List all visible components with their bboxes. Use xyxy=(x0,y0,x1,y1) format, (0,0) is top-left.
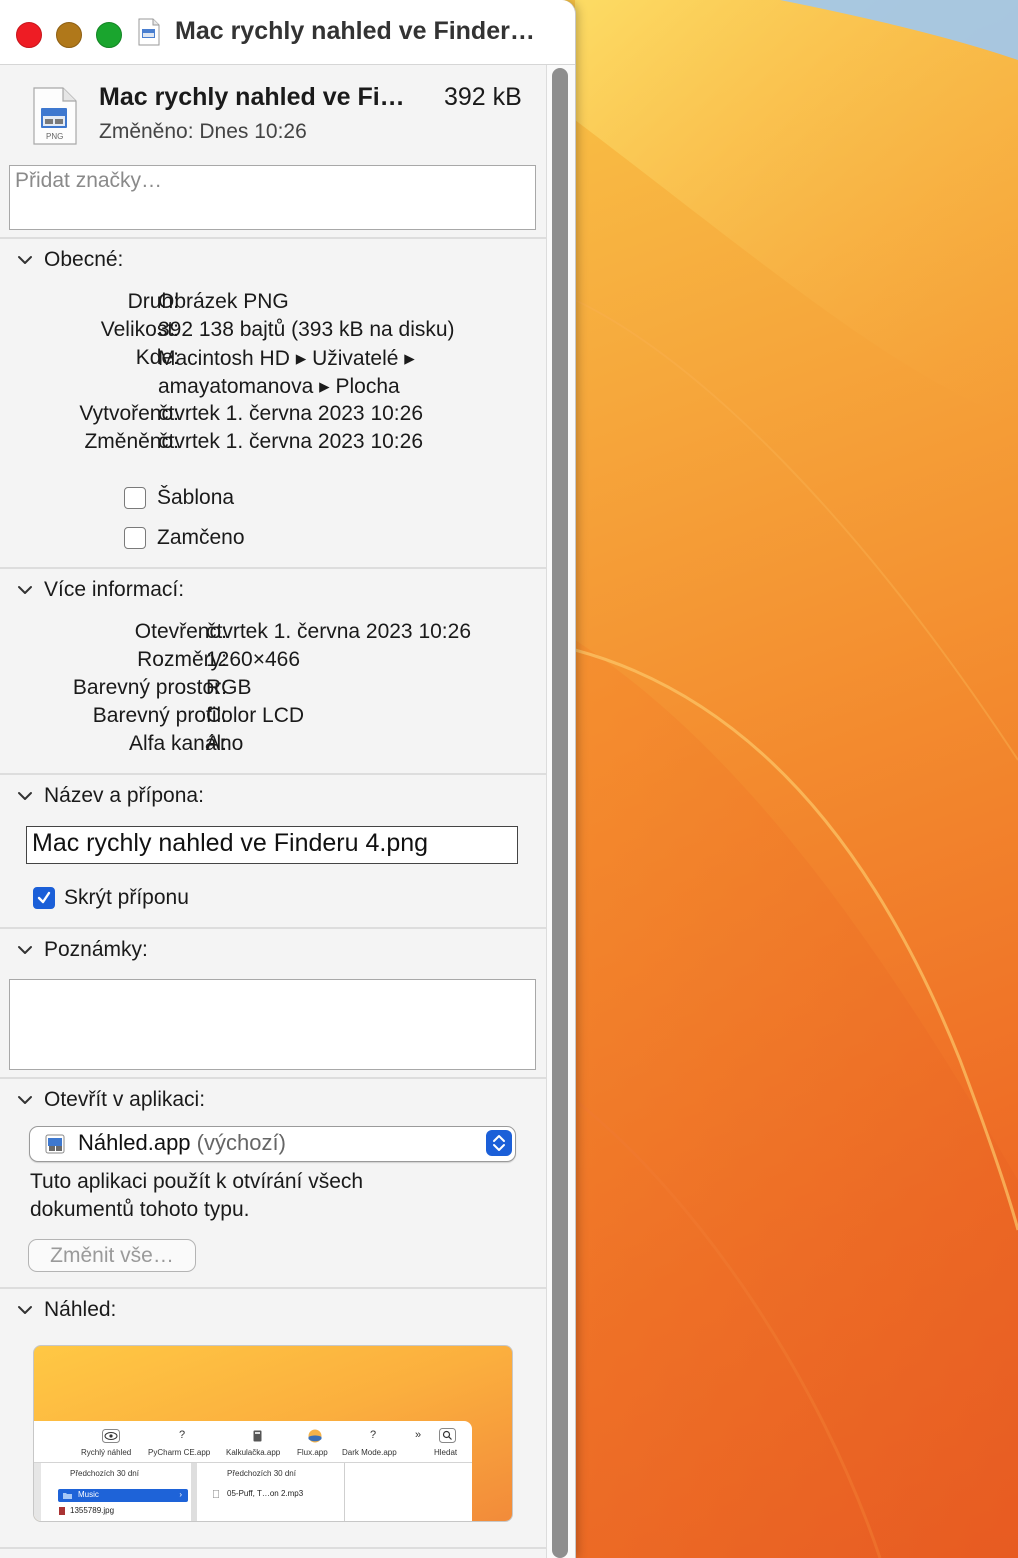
toolbar-dark-mode: Dark Mode.app xyxy=(342,1448,397,1457)
toolbar-search: Hledat xyxy=(434,1448,458,1457)
column-1: Předchozích 30 dní Music › 1355789.jpg xyxy=(42,1463,192,1521)
chevron-down-icon xyxy=(18,946,32,954)
section-general-title: Obecné: xyxy=(44,248,124,271)
eye-icon xyxy=(102,1429,120,1443)
divider xyxy=(0,1077,546,1079)
divider xyxy=(0,567,546,569)
info-window: Mac rychly nahled ve Finder… PNG Mac ryc… xyxy=(0,0,576,1558)
section-notes-header[interactable]: Poznámky: xyxy=(16,938,148,962)
section-open-with-title: Otevřít v aplikaci: xyxy=(44,1088,206,1111)
size-value: 392 138 bajtů (393 kB na disku) xyxy=(158,318,455,341)
section-open-with-header[interactable]: Otevřít v aplikaci: xyxy=(16,1088,205,1112)
file-name: Mac rychly nahled ve Fi… xyxy=(99,83,405,111)
close-button[interactable] xyxy=(16,22,42,48)
toolbar-calculator: Kalkulačka.app xyxy=(226,1448,281,1457)
tags-field[interactable] xyxy=(9,165,536,230)
alpha-channel-value: Ano xyxy=(206,732,244,755)
open-with-description-line2: dokumentů tohoto typu. xyxy=(30,1198,250,1221)
divider xyxy=(0,237,546,239)
more-icon: » xyxy=(415,1429,422,1441)
divider xyxy=(0,773,546,775)
template-checkbox[interactable] xyxy=(124,487,146,509)
png-file-icon xyxy=(138,18,160,46)
chevron-down-icon xyxy=(18,1306,32,1314)
open-with-description-line1: Tuto aplikaci použít k otvírání všech xyxy=(30,1170,364,1193)
opened-value: čtvrtek 1. června 2023 10:26 xyxy=(206,620,471,643)
open-with-value: Náhled.app (výchozí) xyxy=(78,1130,286,1156)
where-value: Macintosh HD ▸ Uživatelé ▸ xyxy=(158,347,415,370)
popup-arrows-icon xyxy=(486,1130,512,1156)
locked-checkbox[interactable] xyxy=(124,527,146,549)
toolbar-quick-look: Rychlý náhled xyxy=(81,1448,132,1457)
file-size: 392 kB xyxy=(444,83,522,111)
scrollbar-thumb[interactable] xyxy=(552,68,568,1558)
locked-label: Zamčeno xyxy=(157,526,245,549)
created-value: čtvrtek 1. června 2023 10:26 xyxy=(158,402,423,425)
section-more-info-header[interactable]: Více informací: xyxy=(16,578,184,602)
modified-value: čtvrtek 1. června 2023 10:26 xyxy=(158,430,423,453)
preview-finder-window: ? ? » Rychlý náhled PyCharm CE.app Kalku… xyxy=(34,1421,472,1521)
color-profile-value: Color LCD xyxy=(206,704,305,727)
section-more-info-title: Více informací: xyxy=(44,578,185,601)
app-name: Náhled.app xyxy=(78,1130,191,1155)
color-space-label: Barevný prostor: xyxy=(72,676,227,699)
toolbar-pycharm: PyCharm CE.app xyxy=(148,1448,211,1457)
search-icon xyxy=(439,1428,456,1443)
jpg-file-icon xyxy=(59,1507,65,1515)
kind-value: Obrázek PNG xyxy=(158,290,289,313)
default-suffix: (výchozí) xyxy=(196,1130,286,1155)
change-all-button[interactable]: Změnit vše… xyxy=(28,1239,196,1272)
dimensions-value: 1260×466 xyxy=(206,648,301,671)
where-value-continued: amayatomanova ▸ Plocha xyxy=(158,375,400,398)
hide-extension-label: Skrýt příponu xyxy=(64,886,189,909)
zoom-button[interactable] xyxy=(96,22,122,48)
preview-app-icon xyxy=(45,1134,65,1154)
title-bar[interactable]: Mac rychly nahled ve Finder… xyxy=(0,0,575,65)
minimize-button[interactable] xyxy=(56,22,82,48)
divider xyxy=(0,1547,546,1549)
file-name-input[interactable] xyxy=(32,829,512,858)
disclosure-arrow-icon: › xyxy=(179,1490,182,1499)
flux-icon xyxy=(308,1429,322,1443)
template-label: Šablona xyxy=(157,486,235,509)
folder-icon xyxy=(63,1493,72,1499)
column-1-header: Předchozích 30 dní xyxy=(70,1469,139,1478)
open-with-popup[interactable]: Náhled.app (výchozí) xyxy=(29,1126,516,1162)
calculator-icon xyxy=(253,1430,262,1442)
selected-folder-label: Music xyxy=(78,1490,99,1499)
color-space-value: RGB xyxy=(206,676,252,699)
column-2: Předchozích 30 dní 05-Puff, T…on 2.mp3 xyxy=(197,1463,345,1521)
file-name-field[interactable] xyxy=(26,826,518,864)
selected-folder-row: Music › xyxy=(58,1489,188,1502)
toolbar-flux: Flux.app xyxy=(297,1448,328,1457)
audio-file-row: 05-Puff, T…on 2.mp3 xyxy=(227,1489,304,1498)
file-icon-label: PNG xyxy=(46,132,64,141)
column-2-header: Předchozích 30 dní xyxy=(227,1469,296,1478)
section-preview-header[interactable]: Náhled: xyxy=(16,1298,116,1322)
section-name-ext-header[interactable]: Název a přípona: xyxy=(16,784,204,808)
tags-input[interactable] xyxy=(15,169,515,193)
jpg-file-row: 1355789.jpg xyxy=(70,1506,115,1515)
sidebar-edge xyxy=(34,1463,41,1521)
chevron-down-icon xyxy=(18,586,32,594)
divider xyxy=(0,1287,546,1289)
notes-textarea[interactable] xyxy=(9,979,536,1070)
modified-date: Změněno: Dnes 10:26 xyxy=(99,120,307,143)
chevron-down-icon xyxy=(18,792,32,800)
checkmark-icon xyxy=(37,891,51,904)
hide-extension-checkbox[interactable] xyxy=(33,887,55,909)
question-icon: ? xyxy=(179,1429,186,1441)
chevron-down-icon xyxy=(18,256,32,264)
divider xyxy=(0,927,546,929)
section-preview-title: Náhled: xyxy=(44,1298,117,1321)
chevron-down-icon xyxy=(18,1096,32,1104)
audio-file-icon xyxy=(213,1490,219,1498)
preview-thumbnail: ? ? » Rychlý náhled PyCharm CE.app Kalku… xyxy=(33,1345,513,1522)
section-name-ext-title: Název a přípona: xyxy=(44,784,204,807)
section-general-header[interactable]: Obecné: xyxy=(16,248,123,272)
window-title: Mac rychly nahled ve Finder… xyxy=(175,17,535,45)
section-notes-title: Poznámky: xyxy=(44,938,148,961)
question-icon: ? xyxy=(370,1429,377,1441)
